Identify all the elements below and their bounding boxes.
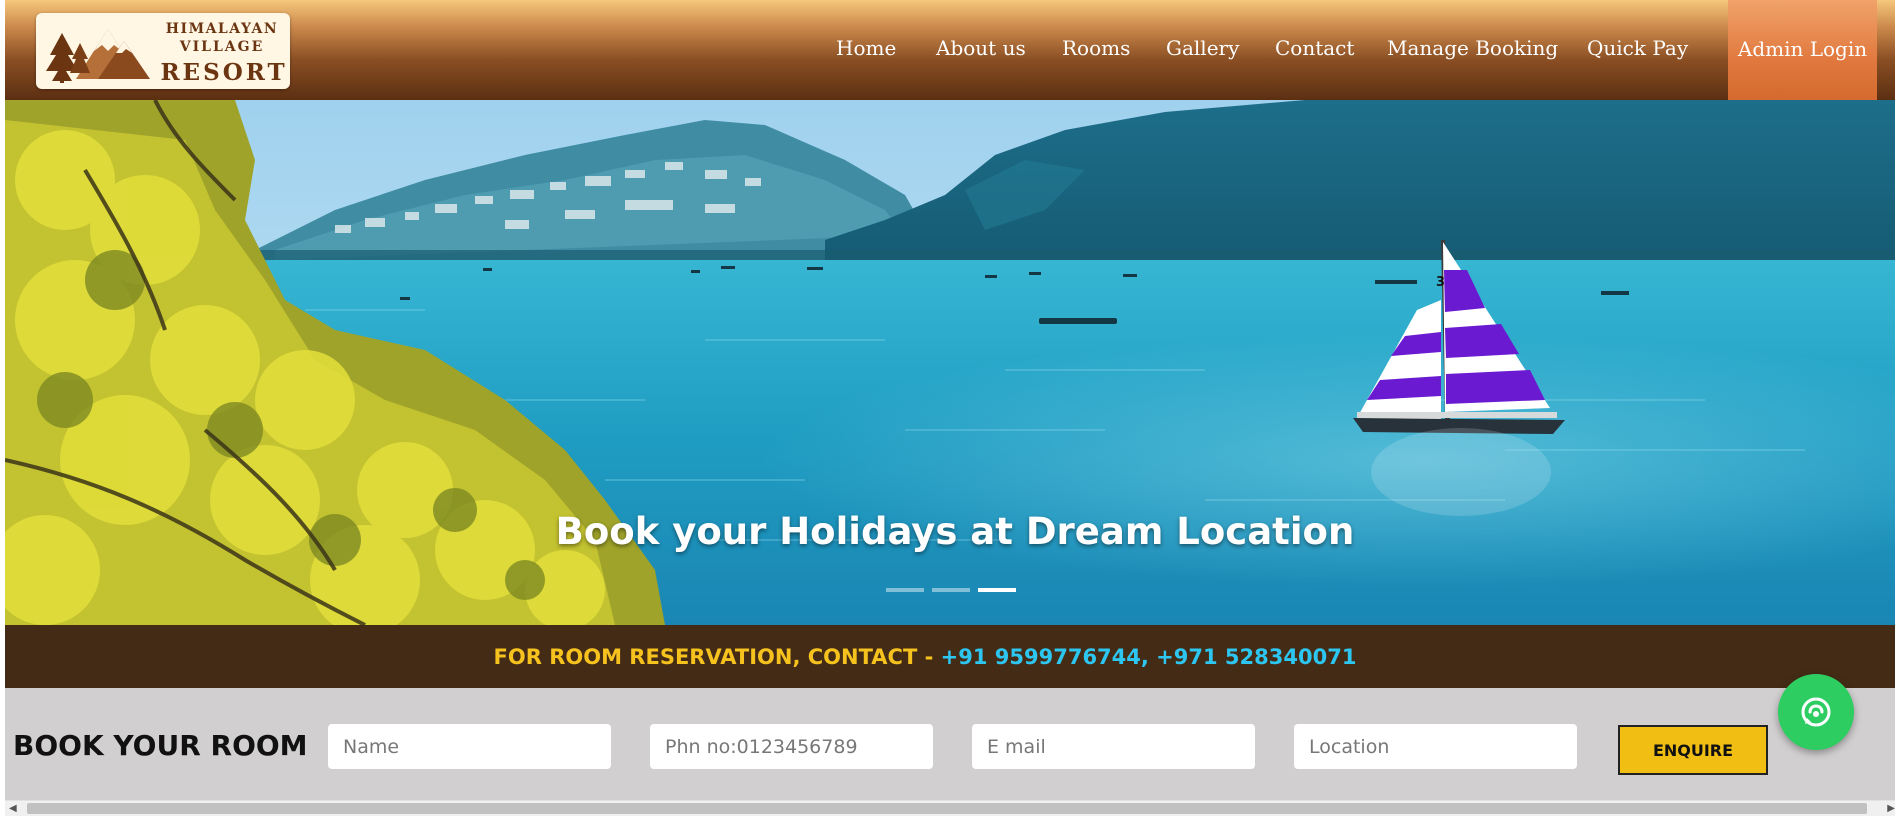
logo-text-line1: HIMALAYAN	[165, 21, 279, 37]
hero-slider: 3 Book your Holidays at Dream Location	[5, 100, 1895, 625]
nav-quick-pay[interactable]: Quick Pay	[1587, 36, 1688, 60]
horizontal-scrollbar[interactable]: ◀ ▶	[5, 800, 1895, 816]
enquire-button[interactable]: ENQUIRE	[1618, 725, 1768, 775]
whatsapp-chat-icon	[1801, 697, 1831, 727]
hero-title: Book your Holidays at Dream Location	[555, 510, 1355, 553]
admin-login-label: Admin Login	[1737, 37, 1868, 61]
logo-text-line2: VILLAGE	[179, 39, 265, 55]
arrow-right-icon[interactable]: ▶	[1887, 803, 1895, 814]
resort-logo[interactable]: HIMALAYAN VILLAGE RESORT	[36, 13, 290, 89]
arrow-left-icon[interactable]: ◀	[9, 803, 17, 814]
nav-about-us[interactable]: About us	[936, 36, 1026, 60]
nav-home[interactable]: Home	[836, 36, 896, 60]
phone-input[interactable]	[650, 724, 933, 769]
reservation-phone-numbers[interactable]: +91 9599776744, +971 528340071	[941, 645, 1357, 669]
booking-form: BOOK YOUR ROOM ENQUIRE	[5, 688, 1895, 800]
slide-indicator-3[interactable]	[978, 588, 1016, 592]
nav-gallery[interactable]: Gallery	[1166, 36, 1239, 60]
site-header: HIMALAYAN VILLAGE RESORT Home About us R…	[5, 0, 1895, 100]
nav-contact[interactable]: Contact	[1275, 36, 1354, 60]
nav-rooms[interactable]: Rooms	[1062, 36, 1130, 60]
logo-text-line3: RESORT	[160, 59, 288, 86]
scrollbar-thumb[interactable]	[27, 803, 1867, 814]
nav-manage-booking[interactable]: Manage Booking	[1387, 36, 1558, 60]
admin-login-button[interactable]: Admin Login	[1728, 0, 1877, 100]
bottom-edge	[0, 816, 1895, 822]
location-input[interactable]	[1294, 724, 1577, 769]
mountain-trees-logo-icon	[46, 29, 150, 83]
slide-indicator-2[interactable]	[932, 588, 970, 592]
reservation-contact-bar: FOR ROOM RESERVATION, CONTACT - +91 9599…	[5, 625, 1895, 688]
svg-text:3: 3	[1436, 275, 1445, 290]
slide-indicator-1[interactable]	[886, 588, 924, 592]
email-input[interactable]	[972, 724, 1255, 769]
booking-title: BOOK YOUR ROOM	[13, 729, 308, 762]
name-input[interactable]	[328, 724, 611, 769]
whatsapp-chat-button[interactable]	[1778, 674, 1854, 750]
reservation-text: FOR ROOM RESERVATION, CONTACT - +91 9599…	[5, 645, 1845, 669]
reservation-label: FOR ROOM RESERVATION, CONTACT -	[493, 645, 941, 669]
